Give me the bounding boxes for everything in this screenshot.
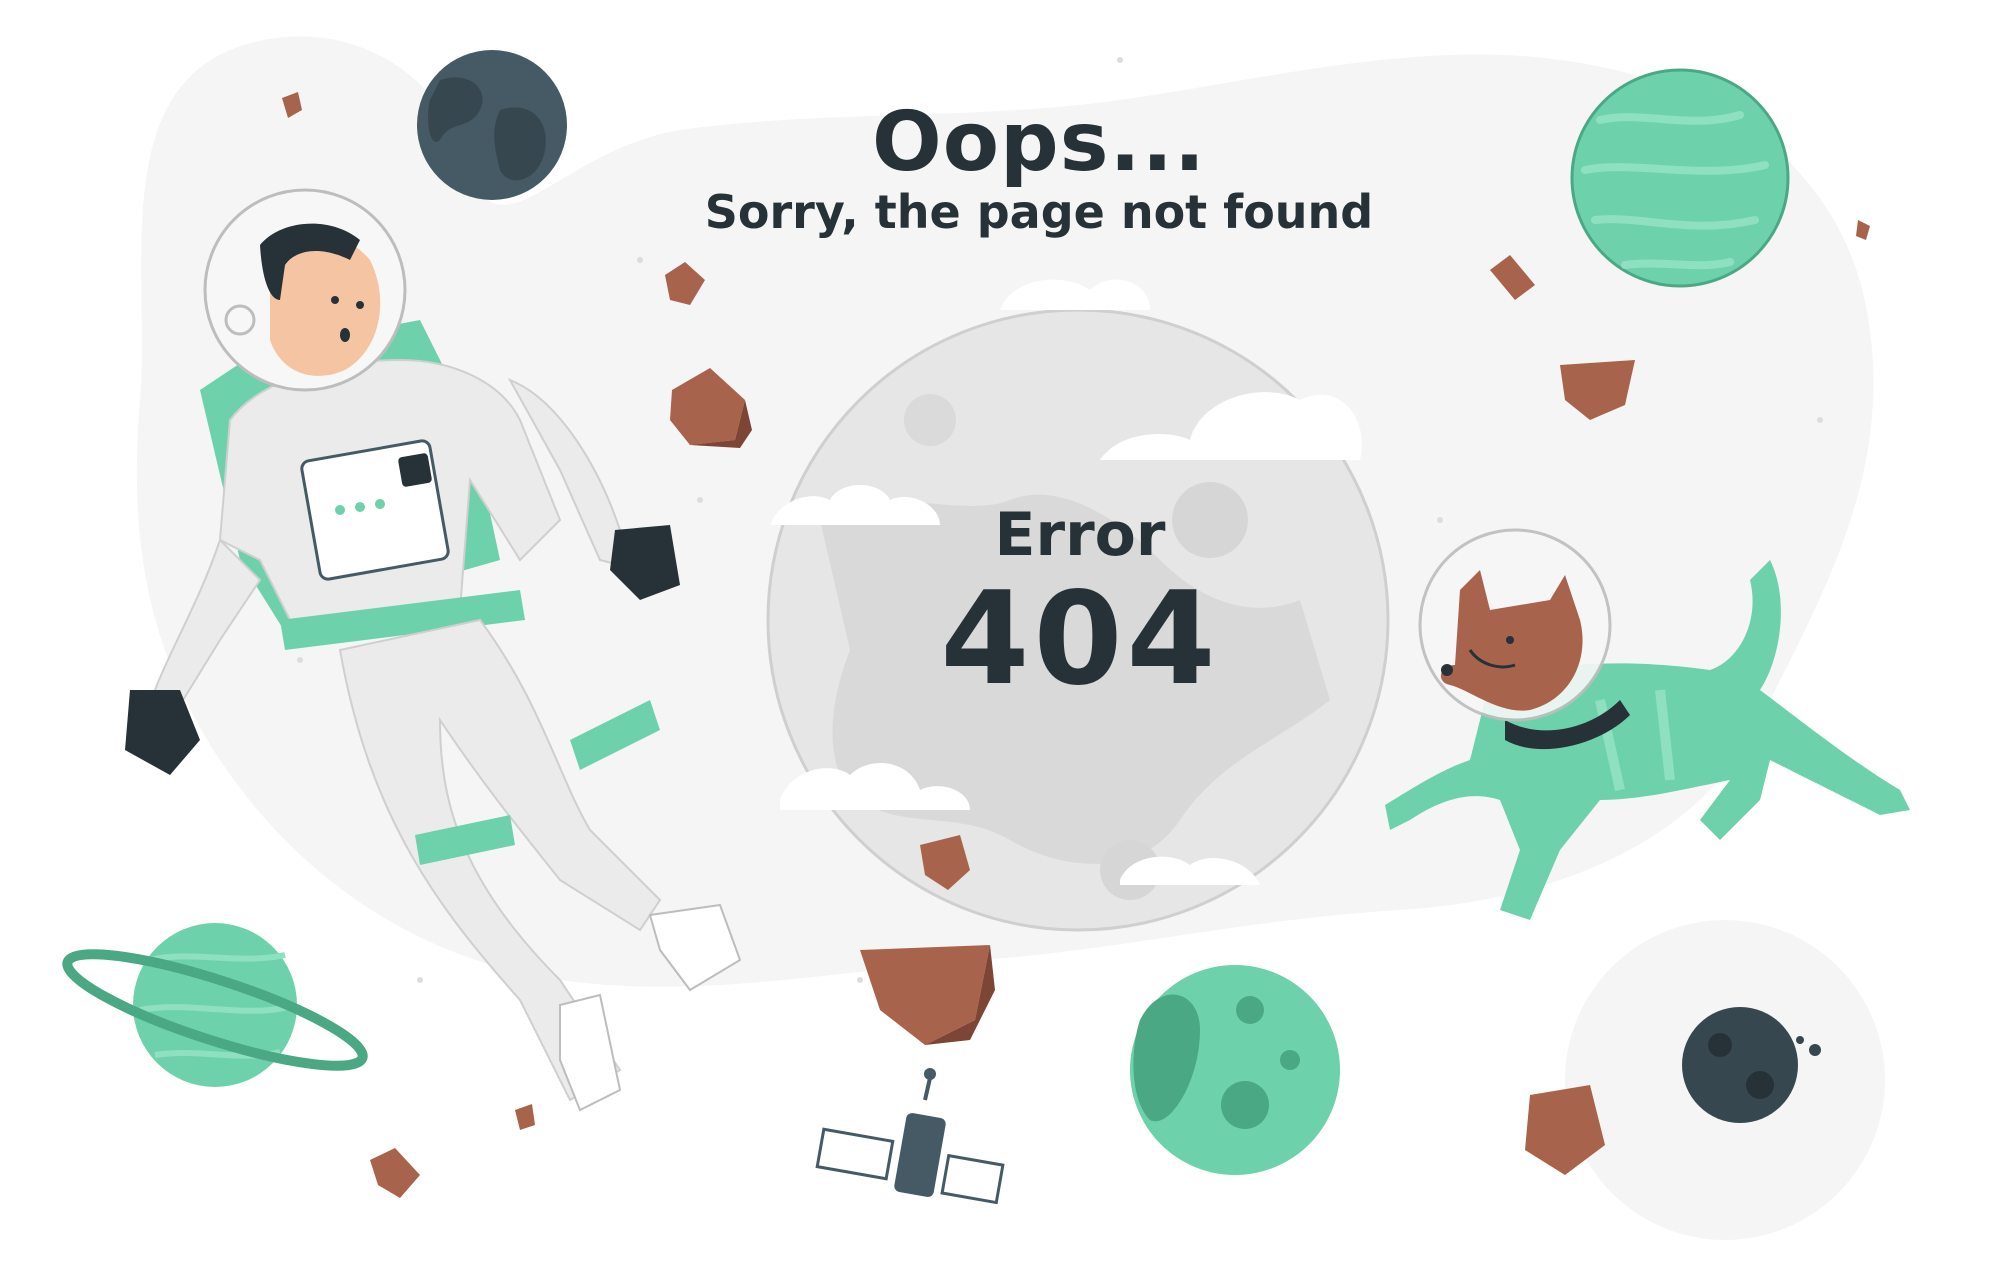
page-subtitle: Sorry, the page not found — [704, 185, 1374, 239]
error-code: 404 — [940, 565, 1220, 714]
satellite-icon — [815, 1068, 1005, 1205]
cratered-planet-icon — [1130, 965, 1340, 1175]
ringed-planet-icon — [62, 923, 368, 1087]
error-label: Error — [994, 500, 1166, 570]
page-title: Oops... — [872, 95, 1206, 190]
